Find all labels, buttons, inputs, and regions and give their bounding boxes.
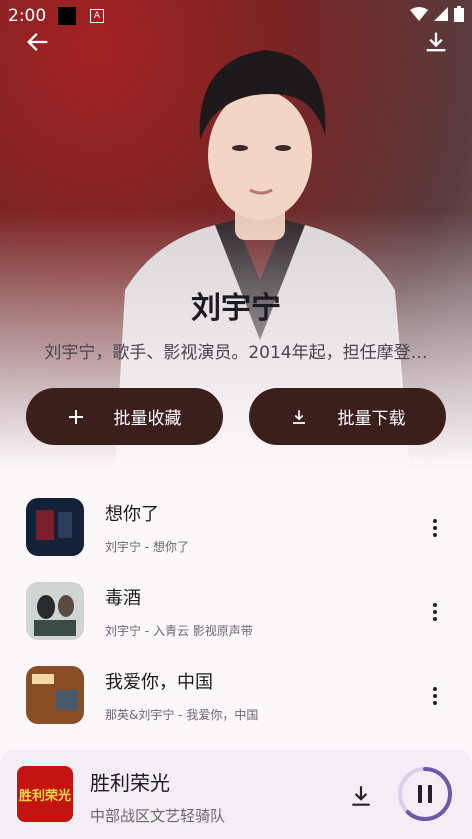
song-title: 我爱你，中国 bbox=[105, 672, 213, 693]
song-subtitle: 刘宇宁 - 入青云 影视原声带 bbox=[105, 624, 253, 638]
song-row[interactable]: 毒酒 刘宇宁 - 入青云 影视原声带 bbox=[0, 564, 472, 648]
batch-collect-button[interactable]: 批量收藏 bbox=[26, 388, 223, 445]
signal-icon bbox=[434, 7, 448, 21]
song-row[interactable]: 想你了 刘宇宁 - 想你了 bbox=[0, 480, 472, 564]
now-playing-artist: 中部战区文艺轻骑队 bbox=[90, 807, 226, 825]
song-cover bbox=[26, 582, 84, 640]
status-time: 2:00 bbox=[8, 6, 47, 26]
pause-icon bbox=[418, 785, 422, 803]
pause-button[interactable] bbox=[396, 765, 454, 823]
song-row[interactable]: 我爱你，中国 那英&刘宇宁 - 我爱你，中国 bbox=[0, 648, 472, 732]
batch-download-label: 批量下载 bbox=[337, 409, 406, 429]
artist-description[interactable]: 刘宇宁，歌手、影视演员。2014年起，担任摩登… bbox=[30, 338, 442, 363]
more-options-icon[interactable] bbox=[425, 684, 445, 708]
battery-icon bbox=[454, 6, 464, 22]
status-bar: 2:00 A bbox=[0, 0, 472, 30]
song-cover bbox=[26, 498, 84, 556]
batch-download-button[interactable]: 批量下载 bbox=[249, 388, 446, 445]
now-playing-cover-text: 胜利荣光 bbox=[19, 788, 71, 804]
back-button[interactable] bbox=[24, 28, 52, 56]
notification-badge: A bbox=[90, 9, 104, 23]
wifi-icon bbox=[410, 7, 428, 21]
now-playing-cover: 胜利荣光 bbox=[17, 766, 73, 822]
more-options-icon[interactable] bbox=[425, 600, 445, 624]
song-cover bbox=[26, 666, 84, 724]
song-title: 毒酒 bbox=[105, 588, 141, 609]
header-download-button[interactable] bbox=[422, 28, 450, 56]
now-playing-title: 胜利荣光 bbox=[90, 771, 170, 795]
batch-collect-label: 批量收藏 bbox=[113, 409, 182, 429]
player-download-button[interactable] bbox=[348, 783, 374, 809]
notification-icon bbox=[58, 7, 76, 25]
artist-name: 刘宇宁 bbox=[191, 291, 281, 326]
song-subtitle: 刘宇宁 - 想你了 bbox=[105, 540, 189, 554]
plus-icon bbox=[68, 409, 83, 424]
download-icon bbox=[292, 409, 305, 424]
song-title: 想你了 bbox=[105, 504, 159, 525]
song-subtitle: 那英&刘宇宁 - 我爱你，中国 bbox=[105, 708, 259, 722]
more-options-icon[interactable] bbox=[425, 516, 445, 540]
